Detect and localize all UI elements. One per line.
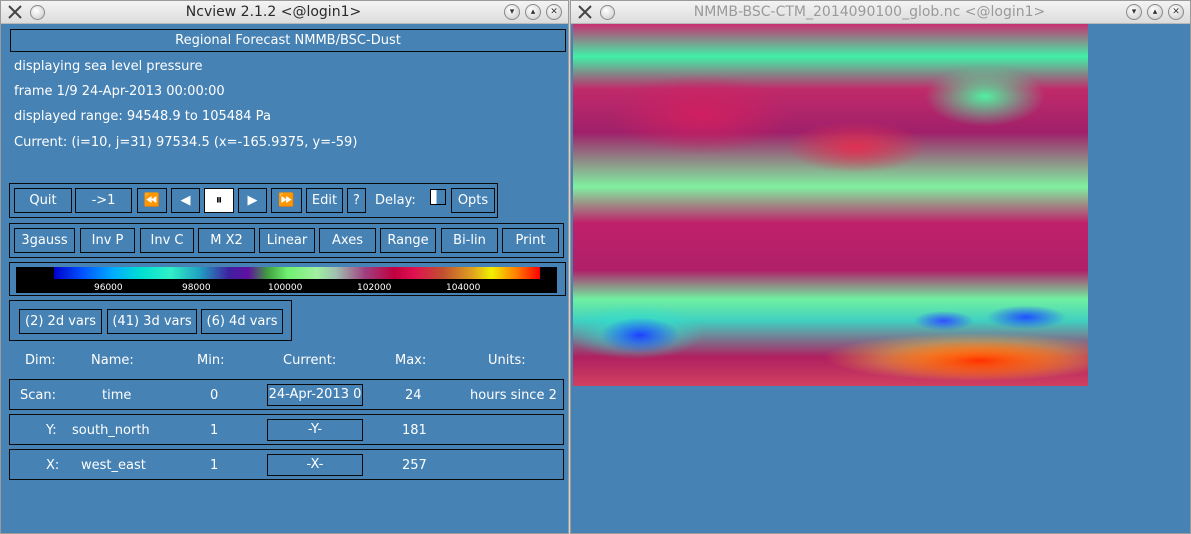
close-button[interactable]: ✕ xyxy=(1168,4,1184,20)
axes-button[interactable]: Axes xyxy=(319,228,376,253)
step-forward-button[interactable]: ▶ xyxy=(238,188,267,213)
forward-icon: ▶ xyxy=(247,193,258,208)
dim-current-button[interactable]: 24-Apr-2013 0 xyxy=(267,384,363,406)
bilinear-button[interactable]: Bi-lin xyxy=(441,228,498,253)
dim-row-scan: Scan: time 0 24-Apr-2013 0 24 hours sinc… xyxy=(9,379,564,410)
minimize-button[interactable]: ▾ xyxy=(504,4,520,20)
dim-min: 1 xyxy=(210,458,219,473)
dim-min: 1 xyxy=(210,423,219,438)
range-button[interactable]: Range xyxy=(380,228,436,253)
dim-name: time xyxy=(102,388,132,403)
step-back-button[interactable]: ◀ xyxy=(171,188,200,213)
colorbar-panel: 96000 98000 100000 102000 104000 xyxy=(9,262,566,296)
units-header: Units: xyxy=(488,353,526,368)
delay-label: Delay: xyxy=(375,193,416,208)
colorbar-tick: 104000 xyxy=(446,283,481,293)
invert-physical-button[interactable]: Inv P xyxy=(80,228,135,253)
minimize-button[interactable]: ▾ xyxy=(1126,4,1142,20)
min-header: Min: xyxy=(197,353,225,368)
colorbar-tick: 100000 xyxy=(268,283,303,293)
linear-button[interactable]: Linear xyxy=(259,228,315,253)
info-frame: frame 1/9 24-Apr-2013 00:00:00 xyxy=(14,84,225,99)
window-menu-icon[interactable] xyxy=(600,5,615,20)
fast-forward-button[interactable]: ⏩ xyxy=(271,188,302,213)
dim-label: X: xyxy=(46,458,60,473)
back-icon: ◀ xyxy=(180,193,191,208)
dim-min: 0 xyxy=(210,388,219,403)
dim-row-x: X: west_east 1 -X- 257 xyxy=(9,449,564,480)
dim-label: Scan: xyxy=(20,388,56,403)
dim-label: Y: xyxy=(46,423,57,438)
pause-icon: ⏸ xyxy=(215,193,223,208)
dim-max: 24 xyxy=(405,388,422,403)
ncview-control-window: Ncview 2.1.2 <@login1> ▾ ▴ ✕ Regional Fo… xyxy=(0,0,569,534)
dim-header: Dim: xyxy=(25,353,56,368)
edit-button[interactable]: Edit xyxy=(306,188,343,213)
goto-first-frame-button[interactable]: ->1 xyxy=(75,188,132,213)
invert-colormap-button[interactable]: Inv C xyxy=(140,228,194,253)
y-axis-select-button[interactable]: -Y- xyxy=(267,419,363,441)
dim-units: hours since 2 xyxy=(470,388,557,403)
opts-button[interactable]: Opts xyxy=(451,188,495,213)
x-logo-icon xyxy=(8,5,22,19)
chevron-up-icon: ▴ xyxy=(530,7,536,17)
colorbar-tick: 98000 xyxy=(182,283,211,293)
max-header: Max: xyxy=(395,353,427,368)
options-toolbar: 3gauss Inv P Inv C M X2 Linear Axes Rang… xyxy=(9,223,564,258)
fast-forward-icon: ⏩ xyxy=(278,193,295,208)
dim-max: 181 xyxy=(402,423,427,438)
3d-vars-button[interactable]: (41) 3d vars xyxy=(107,309,197,334)
info-current: Current: (i=10, j=31) 97534.5 (x=-165.93… xyxy=(14,135,358,150)
dim-name: south_north xyxy=(72,423,150,438)
window-title: Ncview 2.1.2 <@login1> xyxy=(185,4,362,20)
chevron-up-icon: ▴ xyxy=(1152,7,1158,17)
dim-row-y: Y: south_north 1 -Y- 181 xyxy=(9,414,564,445)
titlebar[interactable]: NMMB-BSC-CTM_2014090100_glob.nc <@login1… xyxy=(571,1,1190,24)
sea-level-pressure-map[interactable] xyxy=(573,24,1088,386)
close-icon: ✕ xyxy=(550,7,558,17)
maximize-button[interactable]: ▴ xyxy=(1147,4,1163,20)
info-range: displayed range: 94548.9 to 105484 Pa xyxy=(14,109,271,124)
quit-button[interactable]: Quit xyxy=(14,188,72,213)
three-gauss-button[interactable]: 3gauss xyxy=(14,228,75,253)
pause-button[interactable]: ⏸ xyxy=(204,188,234,213)
current-header: Current: xyxy=(283,353,337,368)
colorbar-gradient[interactable] xyxy=(54,267,540,279)
help-button[interactable]: ? xyxy=(347,188,366,213)
colorbar-tick: 102000 xyxy=(357,283,392,293)
name-header: Name: xyxy=(91,353,134,368)
magnify-button[interactable]: M X2 xyxy=(198,228,255,253)
print-button[interactable]: Print xyxy=(502,228,559,253)
colorbar-tick: 96000 xyxy=(94,283,123,293)
dim-max: 257 xyxy=(402,458,427,473)
rewind-button[interactable]: ⏪ xyxy=(137,188,167,213)
x-logo-icon xyxy=(578,5,592,19)
4d-vars-button[interactable]: (6) 4d vars xyxy=(201,309,283,334)
maximize-button[interactable]: ▴ xyxy=(525,4,541,20)
window-menu-icon[interactable] xyxy=(30,5,45,20)
variable-groups-panel: (2) 2d vars (41) 3d vars (6) 4d vars xyxy=(9,300,292,341)
x-axis-select-button[interactable]: -X- xyxy=(267,454,363,476)
window-title: NMMB-BSC-CTM_2014090100_glob.nc <@login1… xyxy=(693,4,1046,20)
info-variable: displaying sea level pressure xyxy=(14,59,203,74)
close-icon: ✕ xyxy=(1172,7,1180,17)
close-button[interactable]: ✕ xyxy=(546,4,562,20)
dim-name: west_east xyxy=(81,458,146,473)
delay-slider[interactable] xyxy=(430,189,446,205)
playback-toolbar: Quit ->1 ⏪ ◀ ⏸ ▶ ⏩ Edit ? Delay: Opts xyxy=(9,183,498,218)
file-title-label: Regional Forecast NMMB/BSC-Dust xyxy=(10,29,566,52)
chevron-down-icon: ▾ xyxy=(1131,7,1137,17)
ncview-image-window: NMMB-BSC-CTM_2014090100_glob.nc <@login1… xyxy=(570,0,1191,534)
2d-vars-button[interactable]: (2) 2d vars xyxy=(19,309,102,334)
chevron-down-icon: ▾ xyxy=(509,7,515,17)
rewind-icon: ⏪ xyxy=(143,193,161,208)
titlebar[interactable]: Ncview 2.1.2 <@login1> ▾ ▴ ✕ xyxy=(1,1,568,24)
